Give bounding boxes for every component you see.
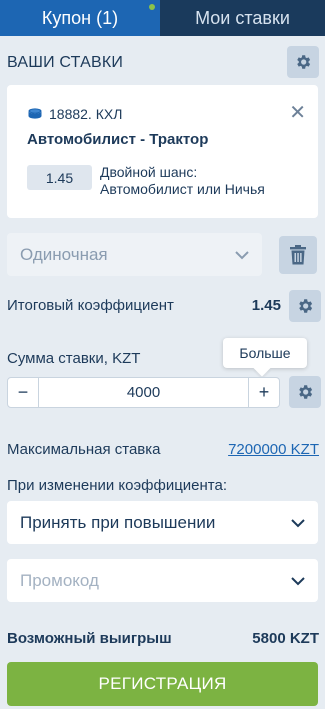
stake-decrease-button[interactable]: − (8, 378, 39, 407)
odds-change-label: При изменении коэффициента: (7, 477, 228, 494)
stake-label: Сумма ставки, KZT (7, 350, 141, 367)
promo-code-field[interactable]: Промокод (7, 559, 318, 602)
hockey-puck-icon (28, 108, 42, 119)
stake-stepper: − 4000 + (7, 377, 280, 408)
promo-code-placeholder: Промокод (20, 570, 99, 590)
bet-type-value: Одиночная (20, 244, 108, 264)
coef-settings-button[interactable] (289, 290, 321, 322)
section-title: ВАШИ СТАВКИ (7, 54, 124, 71)
chevron-down-icon (235, 251, 249, 260)
tab-coupon[interactable]: Купон (1) (0, 0, 160, 36)
bet-card: 18882. КХЛ ✕ Автомобилист - Трактор 1.45… (7, 85, 318, 218)
trash-icon (290, 245, 306, 265)
bet-market: Двойной шанс: Автомобилист или Ничья (100, 164, 300, 198)
chevron-down-icon (291, 577, 305, 586)
bets-settings-button[interactable] (287, 46, 319, 78)
gear-icon (297, 55, 311, 69)
tab-my-bets[interactable]: Мои ставки (160, 0, 325, 36)
odds-change-select[interactable]: Принять при повышении (7, 501, 318, 544)
possible-win-label: Возможный выигрыш (7, 630, 172, 647)
stake-settings-button[interactable] (289, 376, 321, 408)
notification-dot (149, 4, 155, 10)
register-button[interactable]: РЕГИСТРАЦИЯ (7, 662, 318, 706)
max-stake-label: Максимальная ставка (7, 441, 161, 458)
bet-type-select[interactable]: Одиночная (7, 233, 262, 276)
gear-icon (299, 299, 313, 313)
tab-coupon-label: Купон (1) (41, 7, 119, 28)
bet-market-line1: Двойной шанс: (100, 164, 198, 180)
max-stake-link[interactable]: 7200000 KZT (228, 441, 319, 458)
tab-my-bets-label: Мои ставки (195, 7, 290, 28)
tooltip: Больше (223, 338, 307, 368)
coupon-tabs: Купон (1) Мои ставки (0, 0, 325, 36)
bet-market-line2: Автомобилист или Ничья (100, 181, 265, 197)
total-coef-value: 1.45 (251, 297, 281, 314)
clear-coupon-button[interactable] (279, 236, 317, 274)
gear-icon (299, 385, 313, 399)
total-coef-label: Итоговый коэффициент (7, 297, 174, 314)
bet-teams: Автомобилист - Трактор (27, 131, 209, 148)
bet-event: 18882. КХЛ (27, 106, 122, 122)
close-icon: ✕ (289, 102, 306, 124)
stake-input[interactable]: 4000 (39, 378, 248, 407)
bet-event-id: 18882. КХЛ (49, 106, 123, 122)
chevron-down-icon (291, 519, 305, 528)
possible-win-value: 5800 KZT (252, 630, 319, 647)
remove-bet-button[interactable]: ✕ (289, 103, 306, 123)
stake-increase-button[interactable]: + (248, 378, 279, 407)
odds-change-value: Принять при повышении (20, 512, 216, 532)
bet-odds: 1.45 (27, 165, 92, 190)
